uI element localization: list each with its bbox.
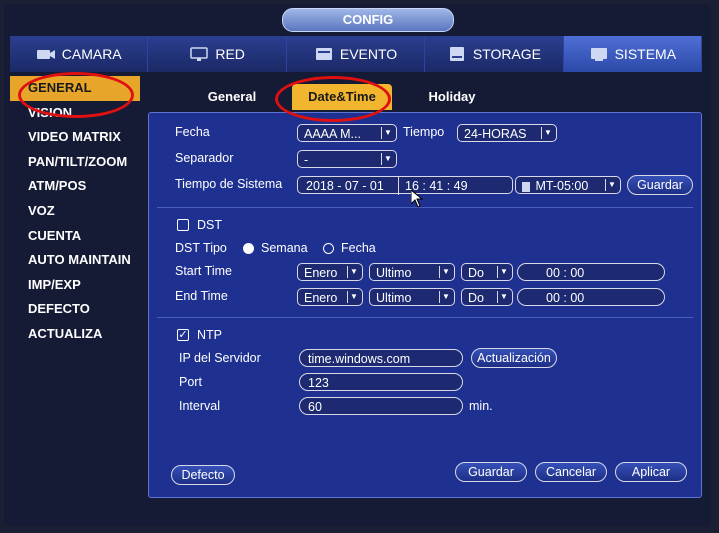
highlight-circle-date-time — [275, 76, 391, 122]
main-tab-bar: CAMARA RED EVENTO STORAGE SISTEMA — [10, 36, 703, 72]
sidebar-item-atm-pos[interactable]: ATM/POS — [10, 174, 140, 199]
start-day-select[interactable]: Do ▼ — [461, 263, 513, 281]
fecha-label: Fecha — [175, 125, 210, 139]
end-week-value: Ultimo — [376, 291, 412, 305]
date-format-select[interactable]: AAAA M... ▼ — [297, 124, 397, 142]
highlight-circle-general — [18, 72, 134, 118]
date-format-value: AAAA M... — [304, 127, 361, 141]
chevron-down-icon: ▼ — [381, 127, 394, 139]
divider — [157, 207, 693, 208]
aplicar-button[interactable]: Aplicar — [615, 462, 687, 482]
camera-icon — [36, 46, 56, 62]
chevron-down-icon: ▼ — [497, 266, 510, 278]
end-week-select[interactable]: Ultimo ▼ — [369, 288, 455, 306]
dst-label: DST — [197, 218, 222, 232]
semana-label: Semana — [261, 241, 308, 255]
system-icon — [589, 46, 609, 62]
start-month-select[interactable]: Enero ▼ — [297, 263, 363, 281]
time-format-value: 24-HORAS — [464, 127, 527, 141]
system-date-value: 2018 - 07 - 01 — [306, 179, 384, 193]
start-month-value: Enero — [304, 266, 338, 280]
sidebar-item-auto-maintain[interactable]: AUTO MAINTAIN — [10, 248, 140, 273]
chevron-down-icon: ▼ — [381, 153, 394, 165]
chevron-down-icon: ▼ — [347, 266, 360, 278]
port-input[interactable]: 123 — [299, 373, 463, 391]
ip-servidor-label: IP del Servidor — [179, 351, 261, 365]
ntp-label: NTP — [197, 328, 222, 342]
end-month-select[interactable]: Enero ▼ — [297, 288, 363, 306]
interval-unit: min. — [469, 399, 493, 413]
port-label: Port — [179, 375, 202, 389]
sidebar-item-video-matrix[interactable]: VIDEO MATRIX — [10, 125, 140, 150]
divider — [157, 317, 693, 318]
start-week-value: Ultimo — [376, 266, 412, 280]
tiempo-sistema-label: Tiempo de Sistema — [175, 177, 283, 191]
tab-sistema-label: SISTEMA — [614, 46, 677, 62]
timezone-select[interactable]: MT-05:00 ▼ — [515, 176, 621, 194]
date-time-panel: Fecha AAAA M... ▼ Tiempo 24-HORAS ▼ Sepa… — [148, 112, 702, 498]
tab-evento[interactable]: EVENTO — [286, 36, 426, 72]
chevron-down-icon: ▼ — [439, 291, 452, 303]
chevron-down-icon: ▼ — [541, 127, 554, 139]
cancelar-button[interactable]: Cancelar — [535, 462, 607, 482]
chevron-down-icon: ▼ — [347, 291, 360, 303]
dst-checkbox[interactable] — [177, 219, 189, 231]
end-day-value: Do — [468, 291, 484, 305]
sidebar-item-voz[interactable]: VOZ — [10, 199, 140, 224]
interval-label: Interval — [179, 399, 220, 413]
chevron-down-icon: ▼ — [497, 291, 510, 303]
separator-value: - — [304, 153, 309, 167]
tab-holiday[interactable]: Holiday — [402, 84, 502, 110]
sidebar-item-cuenta[interactable]: CUENTA — [10, 224, 140, 249]
window-title: CONFIG — [282, 8, 454, 32]
start-time-field[interactable]: 00 : 00 — [517, 263, 665, 281]
event-icon — [314, 46, 334, 62]
mouse-cursor-icon — [410, 188, 424, 213]
end-time-field[interactable]: 00 : 00 — [517, 288, 665, 306]
system-date-field[interactable]: 2018 - 07 - 01 16 : 41 : 49 — [297, 176, 513, 195]
separator-select[interactable]: - ▼ — [297, 150, 397, 168]
end-day-select[interactable]: Do ▼ — [461, 288, 513, 306]
tab-camara[interactable]: CAMARA — [10, 36, 149, 72]
tab-storage[interactable]: STORAGE — [425, 36, 564, 72]
start-week-select[interactable]: Ultimo ▼ — [369, 263, 455, 281]
end-month-value: Enero — [304, 291, 338, 305]
sidebar-item-imp-exp[interactable]: IMP/EXP — [10, 273, 140, 298]
chevron-down-icon: ▼ — [605, 179, 618, 191]
calendar-icon — [522, 181, 530, 192]
fecha-option-label: Fecha — [341, 241, 376, 255]
network-icon — [189, 46, 209, 62]
tab-sistema[interactable]: SISTEMA — [563, 36, 703, 72]
interval-input[interactable]: 60 — [299, 397, 463, 415]
defecto-button[interactable]: Defecto — [171, 465, 235, 485]
timezone-value: MT-05:00 — [535, 179, 589, 193]
sidebar-item-defecto[interactable]: DEFECTO — [10, 297, 140, 322]
tab-red-label: RED — [215, 46, 245, 62]
tab-evento-label: EVENTO — [339, 46, 398, 62]
start-day-value: Do — [468, 266, 484, 280]
sidebar: GENERAL VISION VIDEO MATRIX PAN/TILT/ZOO… — [10, 76, 140, 356]
system-time-value[interactable]: 16 : 41 : 49 — [398, 177, 468, 195]
ntp-checkbox[interactable]: ✓ — [177, 329, 189, 341]
radio-fecha[interactable] — [323, 243, 334, 254]
time-format-select[interactable]: 24-HORAS ▼ — [457, 124, 557, 142]
guardar-button[interactable]: Guardar — [455, 462, 527, 482]
tab-camara-label: CAMARA — [61, 46, 122, 62]
sidebar-item-pan-tilt-zoom[interactable]: PAN/TILT/ZOOM — [10, 150, 140, 175]
tiempo-label: Tiempo — [403, 125, 445, 139]
dst-tipo-label: DST Tipo — [175, 241, 227, 255]
tab-general[interactable]: General — [182, 84, 282, 110]
end-time-label: End Time — [175, 289, 228, 303]
ntp-server-input[interactable]: time.windows.com — [299, 349, 463, 367]
guardar-time-button[interactable]: Guardar — [627, 175, 693, 195]
radio-semana[interactable] — [243, 243, 254, 254]
chevron-down-icon: ▼ — [439, 266, 452, 278]
start-time-label: Start Time — [175, 264, 232, 278]
storage-icon — [447, 46, 467, 62]
sidebar-item-actualiza[interactable]: ACTUALIZA — [10, 322, 140, 347]
tab-red[interactable]: RED — [148, 36, 287, 72]
tab-storage-label: STORAGE — [472, 46, 542, 62]
separador-label: Separador — [175, 151, 234, 165]
actualizacion-button[interactable]: Actualización — [471, 348, 557, 368]
